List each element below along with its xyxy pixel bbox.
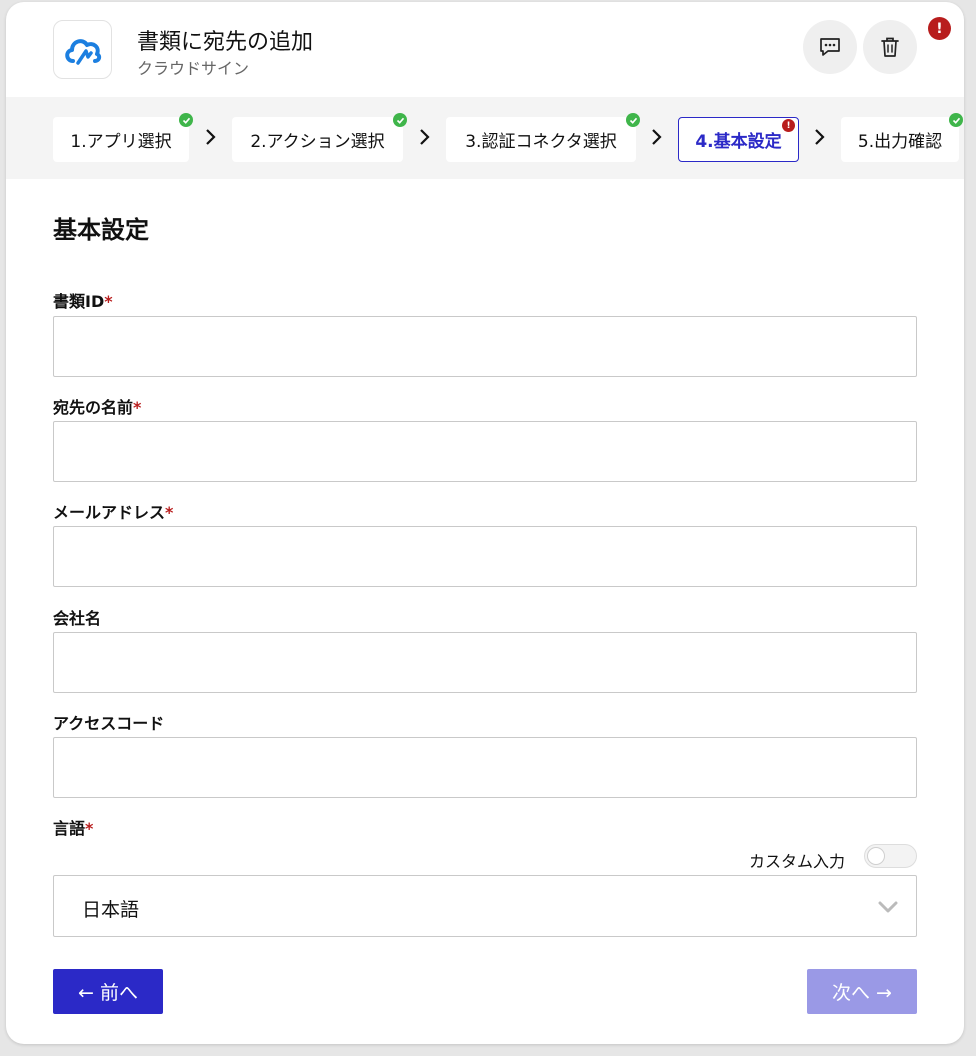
chevron-down-icon xyxy=(878,901,898,913)
check-icon xyxy=(626,113,640,127)
check-icon xyxy=(393,113,407,127)
custom-input-label: カスタム入力 xyxy=(749,852,846,871)
app-icon xyxy=(53,20,112,79)
step-label: 4.基本設定 xyxy=(695,132,782,152)
custom-input-toggle[interactable] xyxy=(864,844,917,868)
chevron-right-icon xyxy=(652,129,662,145)
recipient-name-label: 宛先の名前* xyxy=(53,398,142,417)
email-label: メールアドレス* xyxy=(53,503,174,522)
step-basic-settings[interactable]: 4.基本設定 ! xyxy=(678,117,799,162)
step-label: 5.出力確認 xyxy=(857,132,943,152)
chevron-right-icon xyxy=(815,129,825,145)
step-output-confirm[interactable]: 5.出力確認 xyxy=(841,113,963,162)
toggle-knob xyxy=(867,847,885,865)
step-action-select[interactable]: 2.アクション選択 xyxy=(232,113,407,162)
document-id-input[interactable] xyxy=(53,316,917,377)
company-input[interactable] xyxy=(53,632,917,693)
check-icon xyxy=(179,113,193,127)
cloud-sign-logo-icon xyxy=(64,38,101,65)
step-connector-select[interactable]: 3.認証コネクタ選択 xyxy=(446,113,640,162)
step-navigation: 1.アプリ選択 2.アクション選択 3.認証コネクタ選択 4.基本設定 ! 5.… xyxy=(6,97,964,179)
prev-button[interactable]: ← 前へ xyxy=(53,969,163,1014)
language-select-value: 日本語 xyxy=(82,899,140,921)
page-title: 書類に宛先の追加 xyxy=(137,30,314,55)
next-button[interactable]: 次へ → xyxy=(807,969,917,1014)
chevron-right-icon xyxy=(420,129,430,145)
step-label: 2.アクション選択 xyxy=(250,132,385,152)
company-label: 会社名 xyxy=(53,609,102,628)
delete-button[interactable] xyxy=(863,20,917,74)
step-label: 1.アプリ選択 xyxy=(70,132,172,152)
email-input[interactable] xyxy=(53,526,917,587)
chevron-right-icon xyxy=(206,129,216,145)
access-code-label: アクセスコード xyxy=(53,714,165,733)
error-badge: ! xyxy=(928,17,951,40)
section-title: 基本設定 xyxy=(53,216,149,244)
chat-bubble-icon xyxy=(820,38,840,56)
recipient-name-input[interactable] xyxy=(53,421,917,482)
access-code-input[interactable] xyxy=(53,737,917,798)
language-label: 言語* xyxy=(53,819,94,838)
settings-card: 書類に宛先の追加 クラウドサイン ! 1.アプリ選択 2.アクション選択 3.認… xyxy=(6,2,964,1044)
error-icon: ! xyxy=(782,119,795,132)
language-select[interactable]: 日本語 xyxy=(53,875,917,937)
app-name: クラウドサイン xyxy=(137,59,250,78)
step-label: 3.認証コネクタ選択 xyxy=(465,132,617,152)
check-icon xyxy=(949,113,963,127)
comment-button[interactable] xyxy=(803,20,857,74)
document-id-label: 書類ID* xyxy=(53,292,113,311)
step-app-select[interactable]: 1.アプリ選択 xyxy=(53,113,193,162)
trash-icon xyxy=(881,37,899,57)
